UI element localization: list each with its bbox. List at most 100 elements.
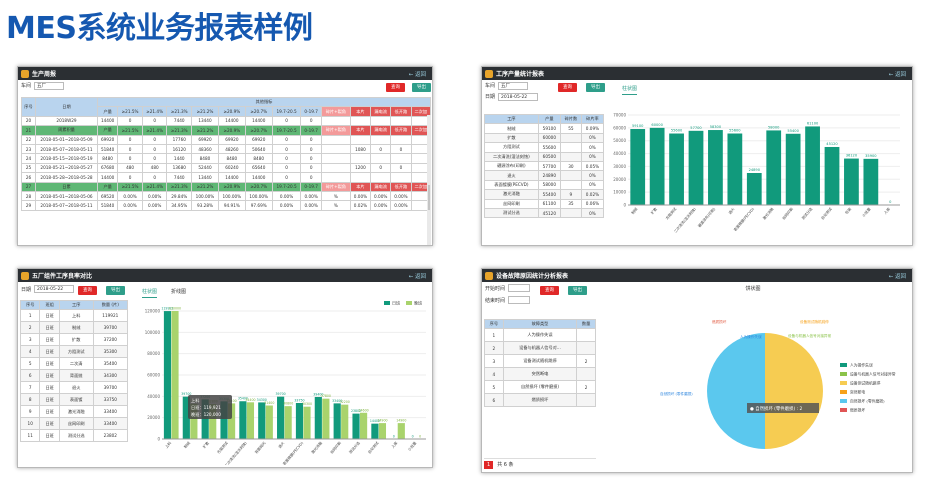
table-row[interactable]: 27 日累 产量 ≥21.5% ≥21.4% ≥21.3% ≥21.2% ≥20.9% ≥20.… xyxy=(21,181,432,192)
table-row[interactable]: 1 人为操作失误 xyxy=(484,328,596,343)
workshop-select[interactable]: 五厂 xyxy=(498,81,529,90)
query-button[interactable]: 查询 xyxy=(386,83,405,92)
col-header: 碎片数 xyxy=(559,113,582,125)
table-row[interactable]: 3 设备测试随机跳停 2 xyxy=(484,354,596,369)
cell: ≥20.9% xyxy=(217,181,246,192)
scrollbar[interactable] xyxy=(427,115,431,245)
table-row[interactable]: 24 2018-05-15~2018-05-19 8480 0 0 1440 8480 848… xyxy=(21,153,432,164)
export-button[interactable]: 导出 xyxy=(586,83,605,92)
cell xyxy=(559,207,582,219)
col-header: 工序 xyxy=(484,113,539,125)
cell-seq: 24 xyxy=(21,153,36,164)
yield-bar-chart: 120000100000800006000040000200000日班 晚班119… xyxy=(145,300,426,465)
tab-bar-chart[interactable]: 柱状图 xyxy=(142,288,158,298)
table-row[interactable]: 2 设备与机器人信号对... xyxy=(484,341,596,356)
date-input[interactable]: 2018-05-22 xyxy=(34,285,75,293)
cell: 0 xyxy=(141,134,168,145)
table-row[interactable]: 4 突然断电 xyxy=(484,367,596,382)
table-row[interactable]: 4 日班 方阻测试 35300 xyxy=(19,345,129,359)
table-row[interactable]: 测试分选 45120 0% xyxy=(484,207,605,219)
cell: 16120 xyxy=(166,143,193,155)
cell: 69920 xyxy=(244,134,273,145)
col-sub: ≥21.4% xyxy=(141,106,168,117)
table-row[interactable]: 6 燃质损坏 xyxy=(484,393,596,408)
table-row[interactable]: 丝网印刷 61100 35 0.06% xyxy=(484,198,605,209)
col-sub: ≥20.9% xyxy=(217,106,246,117)
table-row[interactable]: 5 日班 二次清 35400 xyxy=(19,357,129,371)
table-row[interactable]: 26 2018-05-28~2018-05-28 14400 0 0 7440 13440 1… xyxy=(21,172,432,183)
table-row[interactable]: 退火 24890 0% xyxy=(484,170,605,181)
cell xyxy=(370,134,392,145)
table-row[interactable]: 28 2018-05-01~2018-05-06 69520 0.00% 0.00% 29… xyxy=(21,190,432,202)
tab-line-chart[interactable]: 折线图 xyxy=(171,288,186,298)
end-input[interactable] xyxy=(508,296,531,304)
process-table: 工序 产量 碎片数 碎片率 制绒 59100 55 0.09% 扩散 60000 0% 方阻测试 556… xyxy=(484,113,605,219)
table-row[interactable]: 21 周累积量 产量 ≥21.5% ≥21.4% ≥21.3% ≥21.2% ≥20.9% ≥2… xyxy=(21,125,432,136)
table-row[interactable]: 29 2018-05-07~2018-05-11 51840 0.00% 0.00% 34… xyxy=(21,200,432,211)
table-row[interactable]: 6 日班 背面抛 34300 xyxy=(19,369,129,383)
cell: 日班 xyxy=(39,405,60,419)
table-row[interactable]: 10 日班 丝网印刷 33400 xyxy=(19,417,129,431)
table-row[interactable]: 制绒 59100 55 0.09% xyxy=(484,123,605,134)
back-link[interactable]: ← 返回 xyxy=(409,272,426,280)
table-row[interactable]: 表面镀膜(PECVD) 58000 0% xyxy=(484,179,605,191)
pie-title: 饼状图 xyxy=(745,286,761,292)
x-tick-label: 激光消融 xyxy=(761,206,774,221)
table-row[interactable]: 9 日班 激光消融 33400 xyxy=(19,405,129,419)
cell: 7 xyxy=(19,381,41,395)
cell: 0.00% xyxy=(370,200,392,211)
export-button[interactable]: 导出 xyxy=(106,286,125,295)
table-row[interactable]: 22 2018-05-01~2018-05-09 69920 0 0 17760 69920… xyxy=(21,134,432,145)
tab-bar-chart[interactable]: 柱状图 xyxy=(622,85,638,95)
table-row[interactable]: 激光消融 55400 9 0.02% xyxy=(484,189,605,200)
start-input[interactable] xyxy=(508,284,531,292)
cell: 漏电流 xyxy=(370,125,392,136)
cell: 0 xyxy=(271,153,302,164)
table-row[interactable]: 1 日班 上料 119921 xyxy=(19,309,129,323)
cell: 9 xyxy=(19,405,41,419)
table-row[interactable]: 25 2018-05-21~2018-05-27 67680 480 480 13680 5… xyxy=(21,162,432,174)
cell: 100.00% xyxy=(191,190,219,202)
table-row[interactable]: 11 日班 测试分选 23802 xyxy=(19,429,129,443)
query-button[interactable]: 查询 xyxy=(78,286,97,295)
cell-seq: 29 xyxy=(21,200,36,211)
cell: 13440 xyxy=(191,115,219,127)
cell: 低开路 xyxy=(390,181,412,192)
page-button[interactable]: 1 xyxy=(484,460,494,469)
query-button[interactable]: 查询 xyxy=(540,286,559,295)
panel-title: 五厂组件工序良率对比 xyxy=(32,273,93,280)
table-row[interactable]: 7 日班 退火 39700 xyxy=(19,381,129,395)
table-row[interactable]: 23 2018-05-07~2018-05-11 51840 0 0 16120 48360… xyxy=(21,143,432,155)
back-link[interactable]: ← 返回 xyxy=(889,70,906,78)
cell: 65640 xyxy=(244,162,273,174)
x-tick-label: 入库 xyxy=(883,206,892,215)
table-row[interactable]: 20 2018W29 14400 0 0 7440 13440 14400 14400 0 0 xyxy=(21,115,432,127)
x-tick-label: 扩散 xyxy=(201,440,210,449)
table-row[interactable]: 3 日班 扩散 37200 xyxy=(19,333,129,347)
x-tick-label: 退火 xyxy=(727,206,736,215)
cell: 日班 xyxy=(39,345,60,359)
export-button[interactable]: 导出 xyxy=(412,83,431,92)
date-input[interactable]: 2018-05-22 xyxy=(498,92,539,101)
bar xyxy=(785,133,801,205)
table-row[interactable]: 5 自然损坏 (零件磨损) 2 xyxy=(484,380,596,395)
table-row[interactable]: 二次清洗(湿法刻蚀) 60500 0% xyxy=(484,151,605,162)
export-button[interactable]: 导出 xyxy=(568,286,587,295)
table-row[interactable]: 硼源涂布(印刷) 57700 30 0.05% xyxy=(484,160,605,172)
table-row[interactable]: 扩散 60000 0% xyxy=(484,132,605,144)
table-row[interactable]: 方阻测试 55600 0% xyxy=(484,142,605,153)
bar xyxy=(746,172,762,205)
col-sub: 碎片+裂角 xyxy=(320,106,351,117)
bar xyxy=(824,146,840,205)
cell xyxy=(320,143,351,155)
back-link[interactable]: ← 返回 xyxy=(409,70,426,78)
workshop-select[interactable]: 五厂 xyxy=(34,81,65,90)
query-button[interactable]: 查询 xyxy=(558,83,577,92)
table-row[interactable]: 2 日班 制绒 39700 xyxy=(19,321,129,335)
legend-swatch xyxy=(840,363,847,367)
cell: 52440 xyxy=(191,162,219,174)
table-row[interactable]: 8 日班 表面镀 33750 xyxy=(19,393,129,407)
cell-seq: 26 xyxy=(21,172,36,183)
back-link[interactable]: ← 返回 xyxy=(889,272,906,280)
cell: 119921 xyxy=(92,309,129,323)
